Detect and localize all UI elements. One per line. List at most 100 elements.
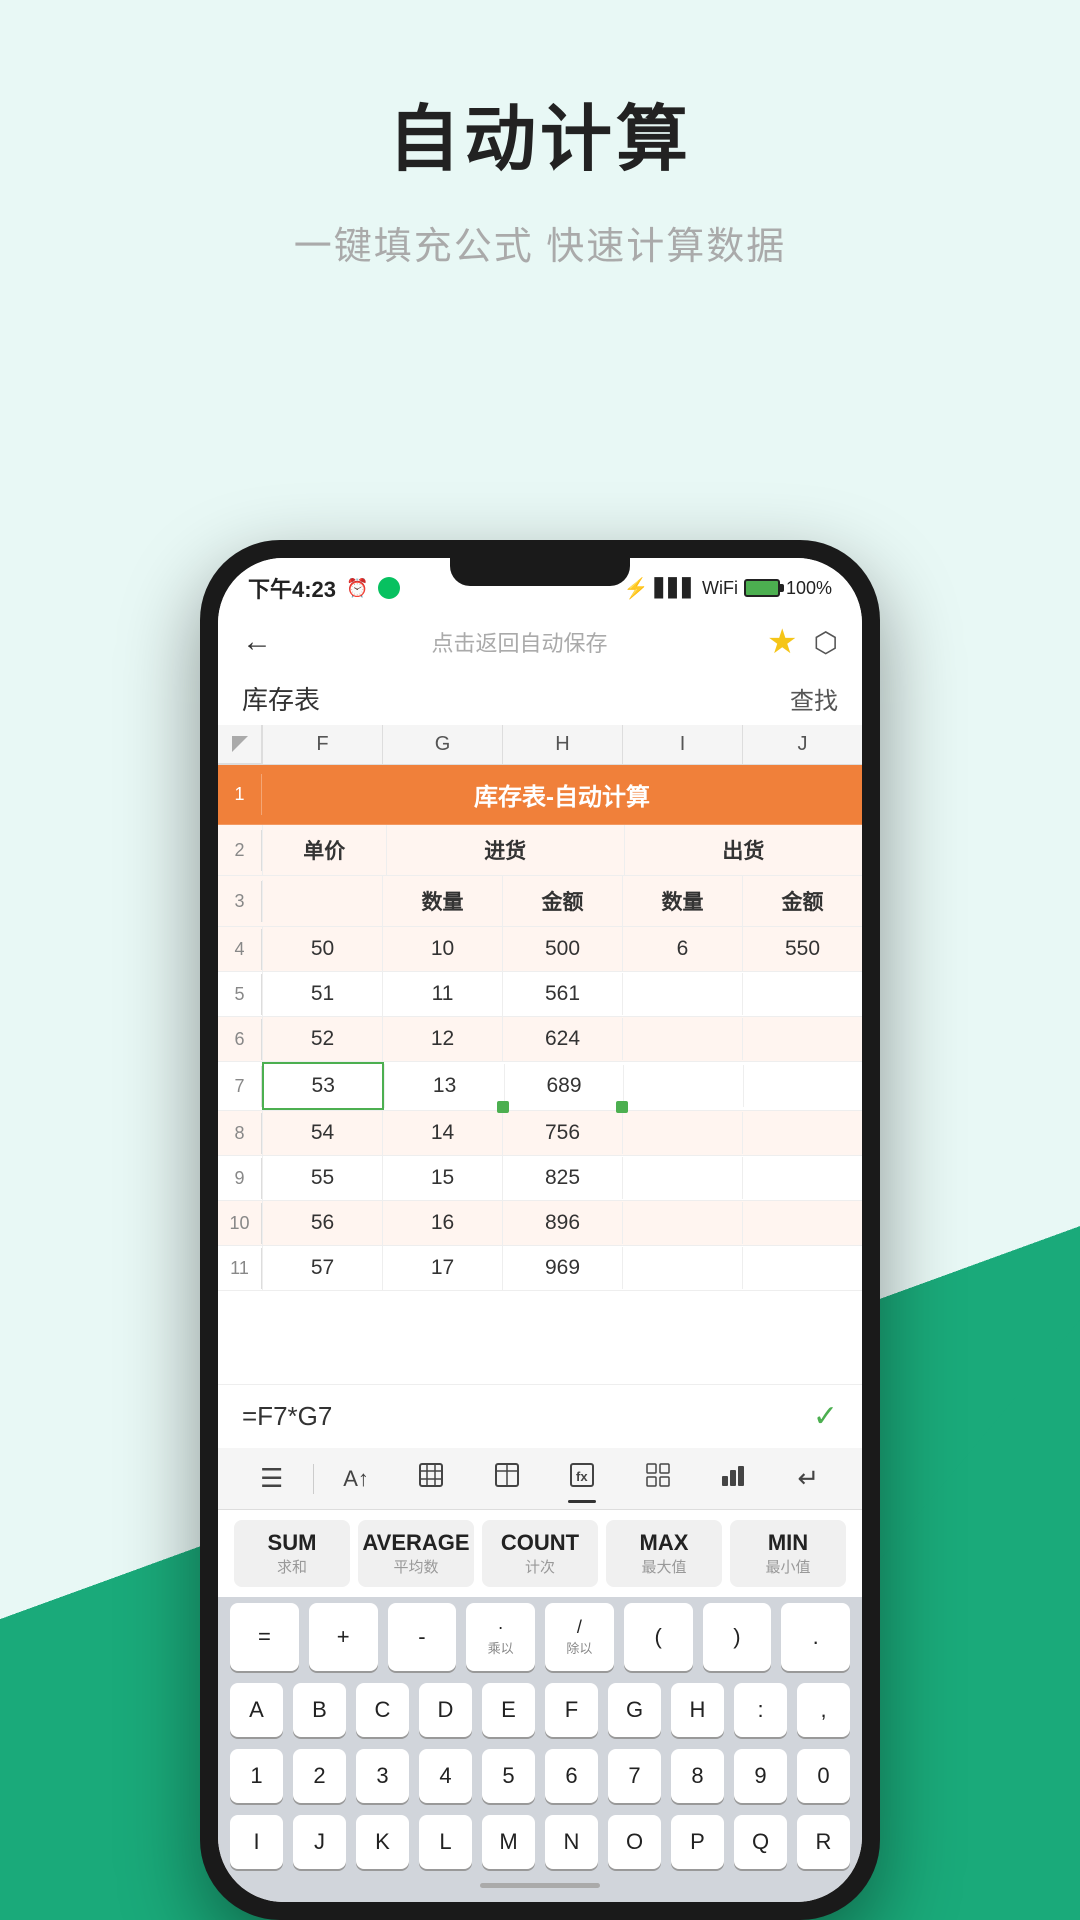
- share-icon[interactable]: ⬡: [814, 626, 838, 659]
- cell-6-h[interactable]: 624: [502, 1017, 622, 1061]
- menu-icon[interactable]: ☰: [234, 1457, 309, 1500]
- key-rparen[interactable]: ): [703, 1603, 772, 1671]
- cell-6-j[interactable]: [742, 1018, 862, 1060]
- sum-button[interactable]: SUM 求和: [234, 1520, 350, 1587]
- key-b[interactable]: B: [293, 1683, 346, 1737]
- key-q[interactable]: Q: [734, 1815, 787, 1869]
- key-equals[interactable]: =: [230, 1603, 299, 1671]
- key-g[interactable]: G: [608, 1683, 661, 1737]
- cell-10-h[interactable]: 896: [502, 1201, 622, 1245]
- key-o[interactable]: O: [608, 1815, 661, 1869]
- find-button[interactable]: 查找: [790, 681, 838, 716]
- key-d[interactable]: D: [419, 1683, 472, 1737]
- key-multiply[interactable]: ·乘以: [466, 1603, 535, 1671]
- key-8[interactable]: 8: [671, 1749, 724, 1803]
- cell-7-g[interactable]: 13: [384, 1064, 503, 1108]
- cell-9-g[interactable]: 15: [382, 1156, 502, 1200]
- formula-confirm-button[interactable]: ✓: [813, 1399, 838, 1434]
- cell-7-j[interactable]: [743, 1065, 862, 1107]
- key-e[interactable]: E: [482, 1683, 535, 1737]
- cell-6-f[interactable]: 52: [262, 1017, 382, 1061]
- key-9[interactable]: 9: [734, 1749, 787, 1803]
- key-f[interactable]: F: [545, 1683, 598, 1737]
- cell-8-j[interactable]: [742, 1112, 862, 1154]
- cell-8-f[interactable]: 54: [262, 1111, 382, 1155]
- cell-10-i[interactable]: [622, 1202, 742, 1244]
- cell-4-f[interactable]: 50: [262, 927, 382, 971]
- key-colon[interactable]: :: [734, 1683, 787, 1737]
- star-icon[interactable]: ★: [767, 622, 797, 662]
- cell-8-h[interactable]: 756: [502, 1111, 622, 1155]
- cell-2-gh[interactable]: 进货: [386, 825, 624, 875]
- key-minus[interactable]: -: [388, 1603, 457, 1671]
- cell-10-j[interactable]: [742, 1202, 862, 1244]
- cell-10-f[interactable]: 56: [262, 1201, 382, 1245]
- cell-4-h[interactable]: 500: [502, 927, 622, 971]
- cell-4-g[interactable]: 10: [382, 927, 502, 971]
- back-button[interactable]: ←: [242, 625, 272, 659]
- cell-9-f[interactable]: 55: [262, 1156, 382, 1200]
- key-j[interactable]: J: [293, 1815, 346, 1869]
- key-6[interactable]: 6: [545, 1749, 598, 1803]
- cell-8-i[interactable]: [622, 1112, 742, 1154]
- cell-11-h[interactable]: 969: [502, 1246, 622, 1290]
- key-l[interactable]: L: [419, 1815, 472, 1869]
- key-n[interactable]: N: [545, 1815, 598, 1869]
- cell-2-f[interactable]: 单价: [262, 825, 386, 875]
- count-button[interactable]: COUNT 计次: [482, 1520, 598, 1587]
- key-0[interactable]: 0: [797, 1749, 850, 1803]
- key-m[interactable]: M: [482, 1815, 535, 1869]
- cell-11-g[interactable]: 17: [382, 1246, 502, 1290]
- key-k[interactable]: K: [356, 1815, 409, 1869]
- key-7[interactable]: 7: [608, 1749, 661, 1803]
- cell-5-g[interactable]: 11: [382, 972, 502, 1016]
- key-dot[interactable]: .: [781, 1603, 850, 1671]
- cell-11-f[interactable]: 57: [262, 1246, 382, 1290]
- cell-icon[interactable]: [469, 1456, 544, 1501]
- key-comma[interactable]: ,: [797, 1683, 850, 1737]
- key-4[interactable]: 4: [419, 1749, 472, 1803]
- average-button[interactable]: AVERAGE 平均数: [358, 1520, 474, 1587]
- key-r[interactable]: R: [797, 1815, 850, 1869]
- cell-6-g[interactable]: 12: [382, 1017, 502, 1061]
- cell-5-h[interactable]: 561: [502, 972, 622, 1016]
- cell-7-h[interactable]: 689: [504, 1064, 623, 1108]
- text-format-icon[interactable]: A↑: [318, 1460, 393, 1498]
- cell-3-g[interactable]: 数量: [382, 876, 502, 926]
- cell-7-i[interactable]: [623, 1065, 742, 1107]
- chart-icon[interactable]: [695, 1456, 770, 1501]
- cell-5-j[interactable]: [742, 973, 862, 1015]
- cell-3-j[interactable]: 金额: [742, 876, 862, 926]
- cell-11-j[interactable]: [742, 1247, 862, 1289]
- cell-3-h[interactable]: 金额: [502, 876, 622, 926]
- key-c[interactable]: C: [356, 1683, 409, 1737]
- key-p[interactable]: P: [671, 1815, 724, 1869]
- key-lparen[interactable]: (: [624, 1603, 693, 1671]
- key-a[interactable]: A: [230, 1683, 283, 1737]
- min-button[interactable]: MIN 最小值: [730, 1520, 846, 1587]
- formula-icon[interactable]: fx: [545, 1456, 620, 1501]
- cell-5-f[interactable]: 51: [262, 972, 382, 1016]
- cell-2-ij[interactable]: 出货: [624, 825, 862, 875]
- cell-3-i[interactable]: 数量: [622, 876, 742, 926]
- cell-4-i[interactable]: 6: [622, 927, 742, 971]
- cell-8-g[interactable]: 14: [382, 1111, 502, 1155]
- max-button[interactable]: MAX 最大值: [606, 1520, 722, 1587]
- cell-9-h[interactable]: 825: [502, 1156, 622, 1200]
- key-h[interactable]: H: [671, 1683, 724, 1737]
- grid-icon[interactable]: [620, 1456, 695, 1501]
- key-5[interactable]: 5: [482, 1749, 535, 1803]
- enter-icon[interactable]: ↵: [771, 1457, 846, 1500]
- key-i[interactable]: I: [230, 1815, 283, 1869]
- cell-6-i[interactable]: [622, 1018, 742, 1060]
- cell-3-f[interactable]: [262, 880, 382, 922]
- cell-11-i[interactable]: [622, 1247, 742, 1289]
- key-divide[interactable]: /除以: [545, 1603, 614, 1671]
- key-3[interactable]: 3: [356, 1749, 409, 1803]
- cell-9-i[interactable]: [622, 1157, 742, 1199]
- key-2[interactable]: 2: [293, 1749, 346, 1803]
- key-1[interactable]: 1: [230, 1749, 283, 1803]
- cell-7-f[interactable]: 53: [262, 1062, 384, 1110]
- table-icon[interactable]: [394, 1456, 469, 1501]
- cell-4-j[interactable]: 550: [742, 927, 862, 971]
